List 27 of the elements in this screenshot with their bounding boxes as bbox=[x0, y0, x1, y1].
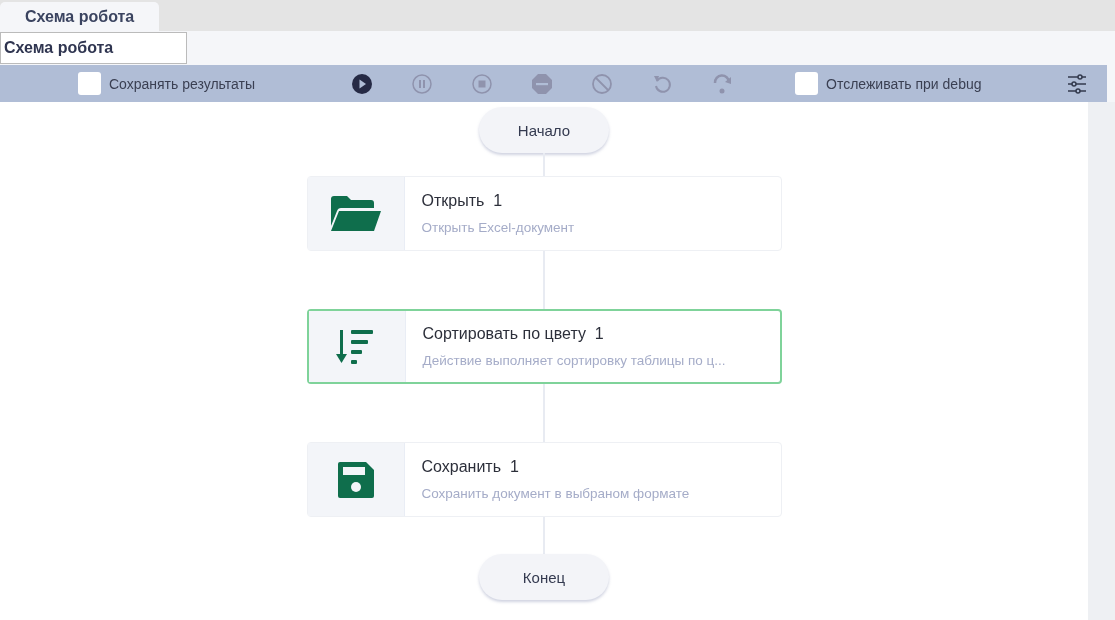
pause-icon bbox=[411, 72, 433, 95]
end-node[interactable]: Конец bbox=[479, 554, 609, 600]
checkbox-label: Сохранять результаты bbox=[109, 75, 255, 92]
stop-icon bbox=[471, 72, 493, 95]
tab[interactable]: Схема робота bbox=[0, 2, 160, 31]
scrollbar-track[interactable] bbox=[1088, 102, 1115, 620]
action-description: Сохранить документ в выбраном формате bbox=[421, 486, 690, 501]
checkbox[interactable] bbox=[795, 72, 818, 95]
start-node[interactable]: Начало bbox=[479, 107, 609, 153]
play-icon bbox=[351, 72, 373, 95]
play-button[interactable] bbox=[351, 72, 373, 95]
action-title: Сортировать по цвету 1 bbox=[422, 325, 605, 343]
folder-icon bbox=[328, 195, 383, 232]
action-title: Открыть 1 bbox=[421, 192, 504, 210]
action-description: Действие выполняет сортировку таблицы по ц... bbox=[422, 353, 726, 368]
action-description: Открыть Excel-документ bbox=[421, 220, 575, 235]
redo-icon bbox=[711, 72, 733, 95]
minus-icon bbox=[531, 72, 553, 95]
action-card[interactable]: Открыть 1 Открыть Excel-документ bbox=[306, 176, 782, 251]
ban-icon bbox=[591, 72, 613, 95]
settings-icon[interactable] bbox=[1066, 72, 1088, 95]
name-field[interactable]: Схема робота bbox=[0, 32, 187, 64]
checkbox[interactable] bbox=[78, 72, 101, 95]
action-card[interactable]: Сохранить 1 Сохранить документ в выбраном формате bbox=[306, 442, 782, 517]
checkbox-label: Отслеживать при debug bbox=[826, 75, 982, 92]
action-card[interactable]: Сортировать по цвету 1 Действие выполняет сортировку таблицы по ц... bbox=[306, 309, 782, 384]
action-title: Сохранить 1 bbox=[421, 458, 520, 476]
